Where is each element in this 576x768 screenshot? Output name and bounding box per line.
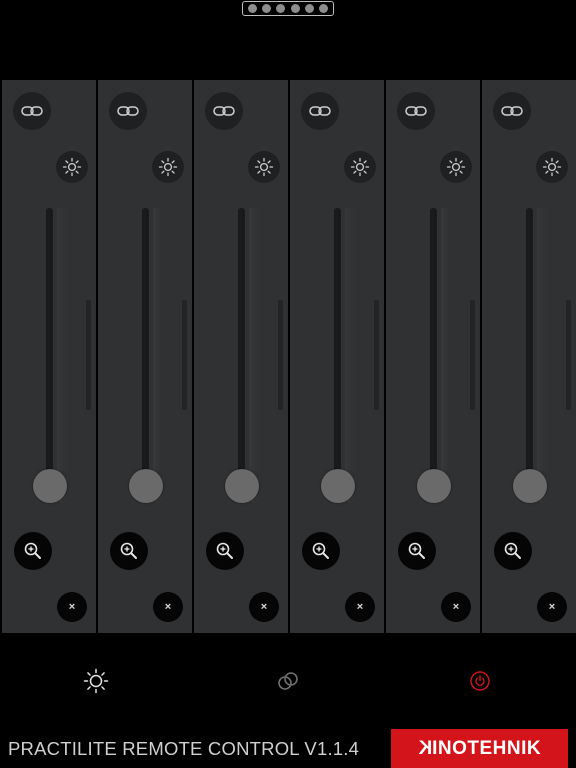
- toolbar-power-button[interactable]: [466, 667, 494, 695]
- page-indicator[interactable]: [242, 1, 334, 16]
- level-meter: [374, 300, 379, 410]
- zoom-in-icon: [216, 542, 233, 559]
- level-meter: [278, 300, 283, 410]
- dimmer-slider-knob[interactable]: [33, 469, 67, 504]
- zoom-in-icon: [312, 542, 329, 559]
- channel-link-button[interactable]: [301, 92, 339, 130]
- sun-icon: [83, 668, 109, 694]
- page-dot: [304, 4, 314, 13]
- channel-strip: ×: [482, 80, 576, 633]
- link-icon: [213, 106, 235, 116]
- channel-strips: × × × × × ×: [0, 80, 576, 633]
- brand-logo: K INOTEHNIK: [391, 729, 568, 768]
- close-icon: ×: [452, 600, 460, 613]
- channel-close-button[interactable]: ×: [345, 592, 375, 622]
- channel-brightness-button[interactable]: [440, 151, 472, 183]
- brightness-icon: [350, 157, 370, 177]
- channel-close-button[interactable]: ×: [153, 592, 183, 622]
- power-icon: [470, 671, 490, 691]
- channel-close-button[interactable]: ×: [57, 592, 87, 622]
- dimmer-slider-knob[interactable]: [417, 469, 451, 504]
- close-icon: ×: [68, 600, 76, 613]
- channel-zoom-button[interactable]: [494, 532, 532, 570]
- dimmer-slider-knob[interactable]: [321, 469, 355, 504]
- brightness-icon: [158, 157, 178, 177]
- toolbar-link-button[interactable]: [274, 667, 302, 695]
- channel-close-button[interactable]: ×: [249, 592, 279, 622]
- dimmer-slider-knob[interactable]: [129, 469, 163, 504]
- dimmer-slider-knob[interactable]: [513, 469, 547, 504]
- close-icon: ×: [164, 600, 172, 613]
- zoom-in-icon: [408, 542, 425, 559]
- dimmer-slider-track[interactable]: [238, 208, 245, 502]
- channel-zoom-button[interactable]: [206, 532, 244, 570]
- slider-track-shadow: [249, 208, 258, 502]
- dimmer-slider-track[interactable]: [526, 208, 533, 502]
- close-icon: ×: [260, 600, 268, 613]
- channel-strip: ×: [2, 80, 96, 633]
- link-icon: [501, 106, 523, 116]
- level-meter: [86, 300, 91, 410]
- channel-link-button[interactable]: [13, 92, 51, 130]
- channel-link-button[interactable]: [205, 92, 243, 130]
- app-title: PRACTILITE REMOTE CONTROL V1.1.4: [8, 738, 360, 759]
- channel-close-button[interactable]: ×: [537, 592, 567, 622]
- channel-brightness-button[interactable]: [152, 151, 184, 183]
- channel-brightness-button[interactable]: [248, 151, 280, 183]
- slider-track-shadow: [153, 208, 162, 502]
- link-icon: [405, 106, 427, 116]
- channel-link-button[interactable]: [493, 92, 531, 130]
- channel-zoom-button[interactable]: [110, 532, 148, 570]
- brightness-icon: [254, 157, 274, 177]
- dimmer-slider-track[interactable]: [142, 208, 149, 502]
- level-meter: [470, 300, 475, 410]
- page-dot: [276, 4, 286, 13]
- page-dot: [262, 4, 272, 13]
- slider-track-shadow: [345, 208, 354, 502]
- channel-brightness-button[interactable]: [344, 151, 376, 183]
- close-icon: ×: [548, 600, 556, 613]
- channel-close-button[interactable]: ×: [441, 592, 471, 622]
- channel-link-button[interactable]: [109, 92, 147, 130]
- channel-strip: ×: [194, 80, 288, 633]
- brightness-icon: [542, 157, 562, 177]
- brightness-icon: [446, 157, 466, 177]
- slider-track-shadow: [57, 208, 66, 502]
- channel-zoom-button[interactable]: [398, 532, 436, 570]
- brightness-icon: [62, 157, 82, 177]
- level-meter: [182, 300, 187, 410]
- zoom-in-icon: [120, 542, 137, 559]
- link-icon: [117, 106, 139, 116]
- slider-track-shadow: [537, 208, 546, 502]
- brand-name-rest: INOTEHNIK: [432, 737, 542, 759]
- brand-mirrored-letter: K: [417, 737, 433, 759]
- close-icon: ×: [356, 600, 364, 613]
- dimmer-slider-track[interactable]: [334, 208, 341, 502]
- zoom-in-icon: [24, 542, 41, 559]
- link-rings-icon: [278, 672, 298, 690]
- channel-brightness-button[interactable]: [536, 151, 568, 183]
- page-dot: [248, 4, 258, 13]
- page-dot: [290, 4, 300, 13]
- channel-strip: ×: [290, 80, 384, 633]
- channel-link-button[interactable]: [397, 92, 435, 130]
- page-dot: [318, 4, 328, 13]
- zoom-in-icon: [504, 542, 521, 559]
- channel-brightness-button[interactable]: [56, 151, 88, 183]
- slider-track-shadow: [441, 208, 450, 502]
- channel-strip: ×: [386, 80, 480, 633]
- channel-strip: ×: [98, 80, 192, 633]
- toolbar-brightness-button[interactable]: [82, 667, 110, 695]
- channel-zoom-button[interactable]: [302, 532, 340, 570]
- level-meter: [566, 300, 571, 410]
- dimmer-slider-knob[interactable]: [225, 469, 259, 504]
- link-icon: [21, 106, 43, 116]
- channel-zoom-button[interactable]: [14, 532, 52, 570]
- dimmer-slider-track[interactable]: [46, 208, 53, 502]
- link-icon: [309, 106, 331, 116]
- dimmer-slider-track[interactable]: [430, 208, 437, 502]
